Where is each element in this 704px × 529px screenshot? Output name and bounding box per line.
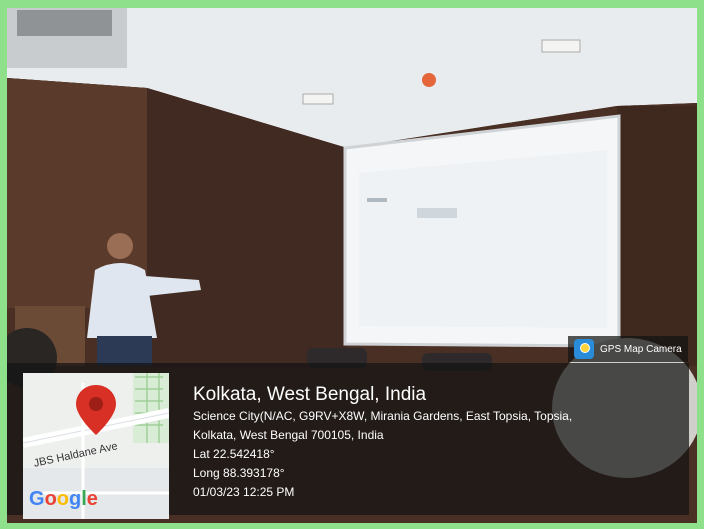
slide-detail [417,208,457,218]
timestamp: 01/03/23 12:25 PM [193,485,295,499]
location-info: Kolkata, West Bengal, India Science City… [193,383,685,502]
gps-map-camera-icon [574,339,594,359]
location-title: Kolkata, West Bengal, India [193,384,427,405]
slide-detail [367,198,387,202]
badge-label: GPS Map Camera [600,343,682,355]
address-line-1: Science City(N/AC, G9RV+X8W, Mirania Gar… [193,409,573,423]
presenter-trousers [97,336,152,366]
location-overlay: JBS Haldane Ave Google Kolkata, West Ben… [7,363,689,519]
ceiling-light [302,93,334,105]
google-logo: Google [29,488,98,510]
longitude: Long 88.393178° [193,466,285,480]
map-thumbnail: JBS Haldane Ave Google [23,373,169,519]
smoke-detector [422,73,436,87]
address-line-2: Kolkata, West Bengal 700105, India [193,428,384,442]
wall-panel-right [617,106,697,366]
projected-slide [359,150,607,328]
air-vent [17,10,112,36]
gps-map-camera-badge: GPS Map Camera [568,336,688,362]
ceiling-light [541,39,581,53]
latitude: Lat 22.542418° [193,447,275,461]
presenter-head [107,233,133,259]
photo-frame: GPS Map Camera JBS Haldane Ave Google Ko… [0,0,704,529]
